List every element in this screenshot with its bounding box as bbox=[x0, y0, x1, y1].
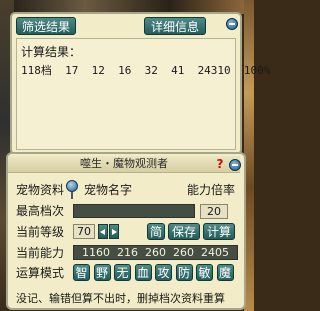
minimize-icon[interactable] bbox=[229, 159, 241, 171]
search-icon[interactable] bbox=[66, 180, 78, 192]
result-heading: 计算结果： bbox=[21, 45, 82, 59]
help-icon[interactable]: ? bbox=[215, 158, 225, 170]
hint-text: 没记、输错但算不出时，删掉档次资料重算 bbox=[16, 292, 225, 305]
simple-mode-button[interactable]: 简 bbox=[147, 223, 165, 240]
close-icon[interactable] bbox=[226, 18, 238, 30]
current-level-label: 当前等级 bbox=[16, 225, 65, 239]
save-button[interactable]: 保存 bbox=[168, 223, 200, 240]
mode-button[interactable]: 智 bbox=[73, 264, 90, 281]
level-increase-button[interactable] bbox=[109, 224, 119, 239]
mode-button[interactable]: 魔 bbox=[216, 264, 234, 281]
mode-button[interactable]: 敏 bbox=[196, 264, 213, 281]
search-icon-handle bbox=[71, 192, 73, 199]
pet-info-label: 宠物资料 bbox=[16, 183, 65, 197]
mode-button[interactable]: 攻 bbox=[155, 264, 172, 281]
ability-multiplier-label: 能力倍率 bbox=[187, 183, 236, 197]
current-ability-label: 当前能力 bbox=[16, 246, 65, 260]
observer-title: 噬生・魔物观测者 bbox=[80, 157, 168, 170]
calculate-button[interactable]: 计算 bbox=[203, 223, 235, 240]
observer-title-bar: 噬生・魔物观测者 bbox=[8, 156, 240, 173]
mode-button[interactable]: 无 bbox=[114, 264, 131, 281]
mode-button[interactable]: 血 bbox=[134, 264, 152, 281]
current-level-value[interactable]: 70 bbox=[73, 224, 95, 239]
pet-name: 宠物名字 bbox=[84, 183, 133, 197]
result-panel: 筛选结果 详细信息 计算结果： 118档 17 12 16 32 41 2431… bbox=[10, 12, 270, 155]
triangle-left-icon bbox=[100, 229, 105, 235]
max-tier-value[interactable]: 20 bbox=[200, 204, 228, 219]
filter-results-button[interactable]: 筛选结果 bbox=[16, 17, 76, 35]
result-line: 118档 17 12 16 32 41 24310 100% bbox=[21, 64, 271, 77]
result-box: 计算结果： 118档 17 12 16 32 41 24310 100% bbox=[16, 38, 270, 150]
current-ability-value: 1160 216 260 260 2405 bbox=[73, 245, 238, 260]
mode-button[interactable]: 防 bbox=[175, 264, 193, 281]
triangle-right-icon bbox=[112, 229, 117, 235]
max-tier-bar bbox=[73, 204, 195, 218]
mode-button[interactable]: 野 bbox=[93, 264, 111, 281]
detail-info-button[interactable]: 详细信息 bbox=[144, 17, 206, 35]
mode-label: 运算模式 bbox=[16, 266, 65, 280]
level-decrease-button[interactable] bbox=[98, 224, 108, 239]
max-tier-label: 最高档次 bbox=[16, 204, 65, 218]
